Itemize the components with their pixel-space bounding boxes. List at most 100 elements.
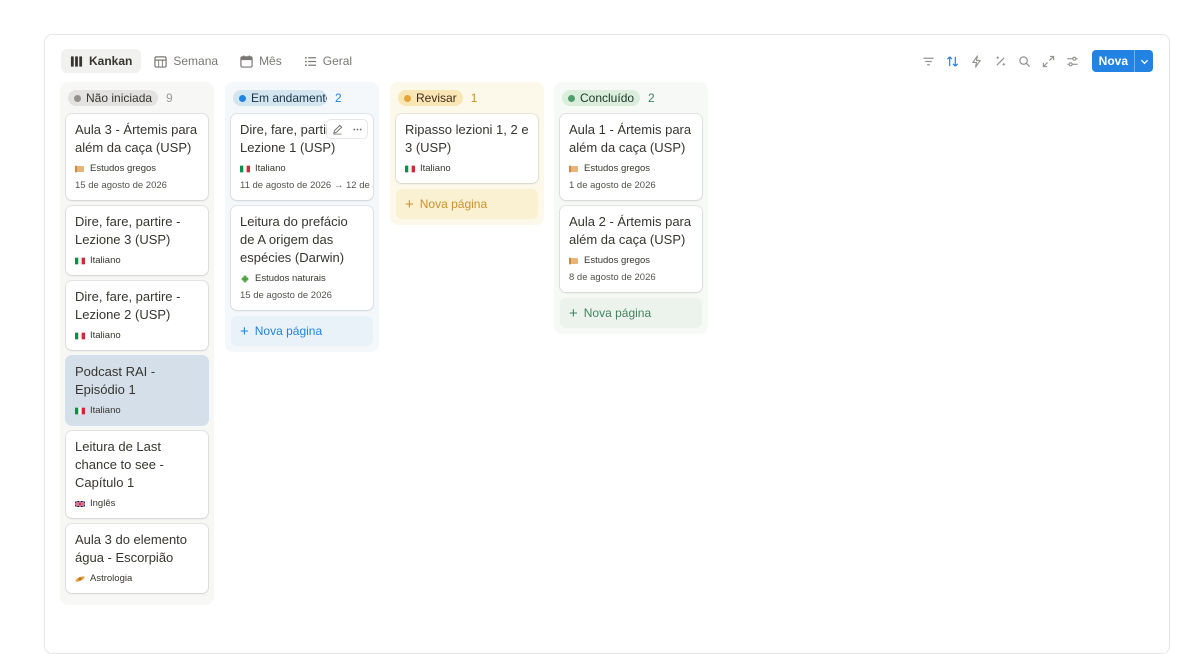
- automation-icon: [972, 54, 981, 68]
- scroll-icon: [569, 165, 578, 172]
- status-label: Não iniciada: [86, 91, 153, 105]
- toolbar-actions: Nova: [918, 50, 1153, 72]
- new-page-button[interactable]: + Nova página: [396, 189, 538, 219]
- card-tag: Italiano: [75, 255, 199, 266]
- new-page-label: Nova página: [583, 306, 652, 320]
- card-tag: Inglês: [75, 498, 199, 509]
- new-button-group: Nova: [1091, 50, 1153, 72]
- scroll-icon: [75, 165, 84, 172]
- view-settings-button[interactable]: [1062, 50, 1084, 72]
- board-card[interactable]: Aula 1 - Ártemis para além da caça (USP)…: [560, 114, 702, 200]
- board-card[interactable]: Aula 2 - Ártemis para além da caça (USP)…: [560, 206, 702, 292]
- card-tag: Italiano: [75, 405, 199, 416]
- board-card[interactable]: Aula 3 - Ártemis para além da caça (USP)…: [66, 114, 208, 200]
- status-badge[interactable]: Em andamento: [233, 90, 327, 106]
- card-title: Aula 1 - Ártemis para além da caça (USP): [569, 122, 692, 155]
- status-dot: [404, 94, 411, 102]
- column-count: 9: [166, 91, 173, 105]
- card-title: Aula 3 do elemento água - Escorpião: [75, 532, 188, 565]
- tab-label: Kankan: [89, 54, 133, 68]
- more-options-button[interactable]: [347, 120, 367, 138]
- tag-label: Astrologia: [90, 573, 133, 584]
- clover-icon: [241, 275, 249, 282]
- sort-icon: [947, 55, 959, 67]
- tab-mes[interactable]: Mês: [231, 49, 291, 73]
- card-date: 8 de agosto de 2026: [569, 272, 656, 283]
- column-count: 2: [335, 91, 342, 105]
- column-header: Concluído 2: [560, 82, 702, 114]
- card-tag: Estudos naturais: [240, 273, 364, 284]
- card-date: 11 de agosto de 2026 → 12 de agosto de 2…: [240, 180, 373, 191]
- scroll-icon: [569, 257, 578, 264]
- tag-label: Estudos gregos: [584, 255, 651, 266]
- tag-label: Italiano: [90, 255, 121, 266]
- column-header: Revisar 1: [396, 82, 538, 114]
- status-label: Revisar: [416, 91, 457, 105]
- new-page-label: Nova página: [419, 197, 488, 211]
- chevron-down-icon: [1140, 59, 1148, 64]
- tag-label: Italiano: [255, 163, 286, 174]
- status-label: Em andamento: [251, 91, 327, 105]
- status-dot: [239, 94, 246, 102]
- status-badge[interactable]: Revisar: [398, 90, 463, 106]
- card-tag: Astrologia: [75, 573, 199, 584]
- italy-flag-icon: [405, 165, 415, 172]
- board-card[interactable]: Ripasso lezioni 1, 2 e 3 (USP) Italiano: [396, 114, 538, 183]
- board-card[interactable]: Dire, fare, partire - Lezione 2 (USP) It…: [66, 281, 208, 350]
- ai-button[interactable]: [990, 50, 1012, 72]
- column-header: Em andamento 2: [231, 82, 373, 114]
- sort-button[interactable]: [942, 50, 964, 72]
- card-title: Leitura de Last chance to see - Capítulo…: [75, 439, 164, 490]
- column-nao-iniciada: Não iniciada 9 Aula 3 - Ártemis para alé…: [60, 82, 214, 605]
- search-button[interactable]: [1014, 50, 1036, 72]
- board-card-selected[interactable]: Podcast RAI - Episódio 1 Italiano: [66, 356, 208, 425]
- new-page-label: Nova página: [254, 324, 323, 338]
- tab-semana[interactable]: Semana: [145, 49, 227, 73]
- card-title: Leitura do prefácio de A origem das espé…: [240, 214, 348, 265]
- automation-button[interactable]: [966, 50, 988, 72]
- column-count: 2: [648, 91, 655, 105]
- board-card[interactable]: Dire, fare, partire - Lezione 1 (USP) It…: [231, 114, 373, 200]
- view-toolbar: Kankan Semana Mês Geral Nova: [61, 48, 1153, 74]
- card-title: Dire, fare, partire - Lezione 3 (USP): [75, 214, 181, 247]
- column-concluido: Concluído 2 Aula 1 - Ártemis para além d…: [554, 82, 708, 334]
- expand-button[interactable]: [1038, 50, 1060, 72]
- tab-kankan[interactable]: Kankan: [61, 49, 142, 73]
- tag-label: Estudos gregos: [90, 163, 157, 174]
- status-badge[interactable]: Não iniciada: [68, 90, 159, 106]
- new-dropdown-button[interactable]: [1134, 50, 1153, 72]
- tab-label: Geral: [322, 54, 353, 68]
- card-tag: Estudos gregos: [75, 163, 199, 174]
- tab-label: Semana: [173, 54, 219, 68]
- new-page-button[interactable]: + Nova página: [560, 298, 702, 328]
- astrology-icon: [75, 575, 85, 582]
- status-badge[interactable]: Concluído: [562, 90, 641, 106]
- card-tag: Estudos gregos: [569, 255, 693, 266]
- new-page-button[interactable]: + Nova página: [231, 316, 373, 346]
- tab-geral[interactable]: Geral: [295, 49, 361, 73]
- board-card[interactable]: Dire, fare, partire - Lezione 3 (USP) It…: [66, 206, 208, 275]
- card-title: Podcast RAI - Episódio 1: [75, 364, 156, 397]
- card-tag: Italiano: [75, 330, 199, 341]
- board-card[interactable]: Leitura do prefácio de A origem das espé…: [231, 206, 373, 310]
- card-hover-actions: [327, 120, 367, 138]
- ai-icon: [996, 55, 1006, 66]
- card-tag: Italiano: [405, 163, 529, 174]
- card-title: Ripasso lezioni 1, 2 e 3 (USP): [405, 122, 529, 155]
- column-header: Não iniciada 9: [66, 82, 208, 114]
- card-date: 1 de agosto de 2026: [569, 180, 656, 191]
- card-date: 15 de agosto de 2026: [240, 290, 332, 301]
- tag-label: Inglês: [90, 498, 116, 509]
- board-card[interactable]: Aula 3 do elemento água - Escorpião Astr…: [66, 524, 208, 593]
- plus-icon: +: [569, 304, 578, 322]
- column-em-andamento: Em andamento 2 Dire, fare, partire - Lez…: [225, 82, 379, 352]
- tag-label: Italiano: [420, 163, 451, 174]
- column-count: 1: [470, 91, 478, 105]
- card-tag: Estudos gregos: [569, 163, 693, 174]
- edit-card-button[interactable]: [327, 120, 347, 138]
- filter-button[interactable]: [918, 50, 940, 72]
- new-button[interactable]: Nova: [1092, 50, 1134, 72]
- pencil-icon: [332, 124, 342, 134]
- more-horizontal-icon: [352, 128, 362, 130]
- board-card[interactable]: Leitura de Last chance to see - Capítulo…: [66, 431, 208, 518]
